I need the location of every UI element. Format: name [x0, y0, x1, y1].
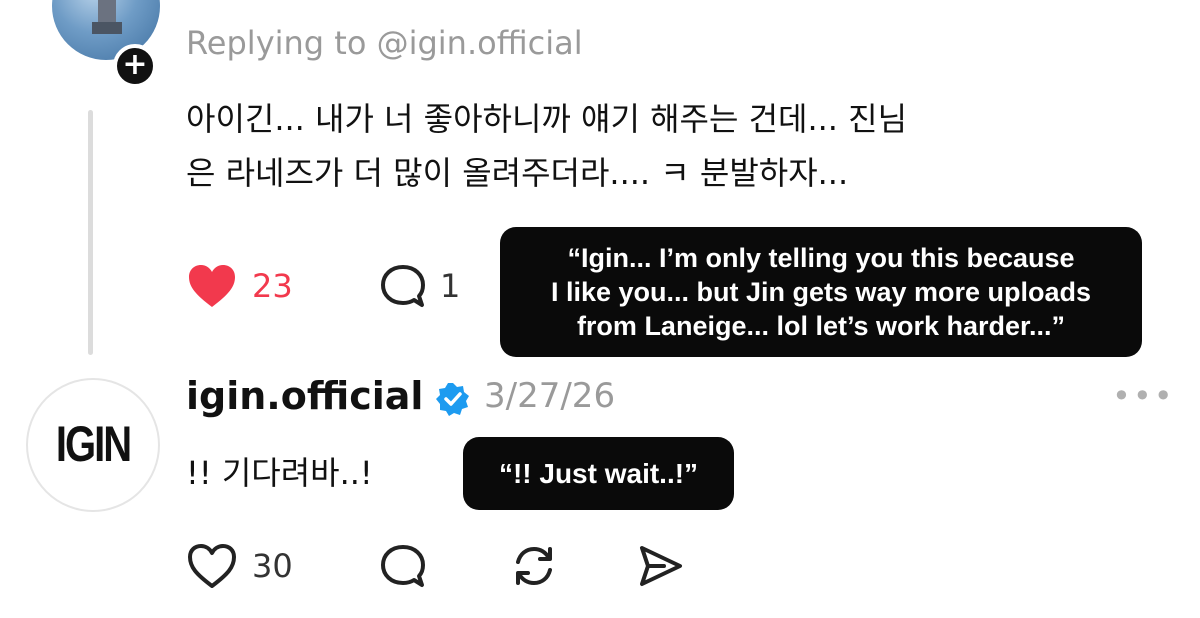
repost-icon[interactable] [508, 540, 560, 592]
comment-count: 1 [440, 267, 461, 305]
translation-line: I like you... but Jin gets way more uplo… [550, 277, 1092, 307]
thread-line [88, 110, 93, 355]
username[interactable]: igin.official [186, 374, 423, 418]
like-count: 30 [252, 547, 293, 585]
more-options-icon[interactable]: ••• [1112, 380, 1175, 412]
comment-bubble-icon[interactable] [378, 542, 428, 590]
translation-overlay: “!! Just wait..!” [463, 437, 734, 510]
comment-text: !! 기다려바..! [186, 454, 373, 492]
send-icon[interactable] [634, 542, 686, 590]
plus-icon[interactable]: + [113, 44, 157, 88]
verified-badge-icon [436, 383, 469, 416]
reply-text-line: 은 라네즈가 더 많이 올려주더라.... ㅋ 분발하자... [186, 154, 849, 192]
heart-icon[interactable] [186, 542, 238, 590]
reply-text-line: 아이긴... 내가 너 좋아하니까 얘기 해주는 건데... 진님 [186, 100, 908, 138]
brand-logo-text: IGIN [55, 416, 132, 472]
statue-base-image [92, 22, 122, 34]
heart-filled-icon[interactable] [186, 262, 238, 310]
brand-avatar[interactable]: IGIN [26, 378, 160, 512]
replying-to-label[interactable]: Replying to @igin.official [186, 24, 583, 62]
reply-text: 아이긴... 내가 너 좋아하니까 얘기 해주는 건데... 진님 은 라네즈가… [186, 92, 1166, 200]
like-count: 23 [252, 267, 293, 305]
post-date: 3/27/26 [484, 376, 616, 416]
comment-bubble-icon[interactable] [378, 262, 428, 310]
translation-line: “Igin... I’m only telling you this becau… [567, 243, 1075, 273]
translation-overlay: “Igin... I’m only telling you this becau… [500, 227, 1142, 357]
translation-line: from Laneige... lol let’s work harder...… [576, 311, 1066, 341]
